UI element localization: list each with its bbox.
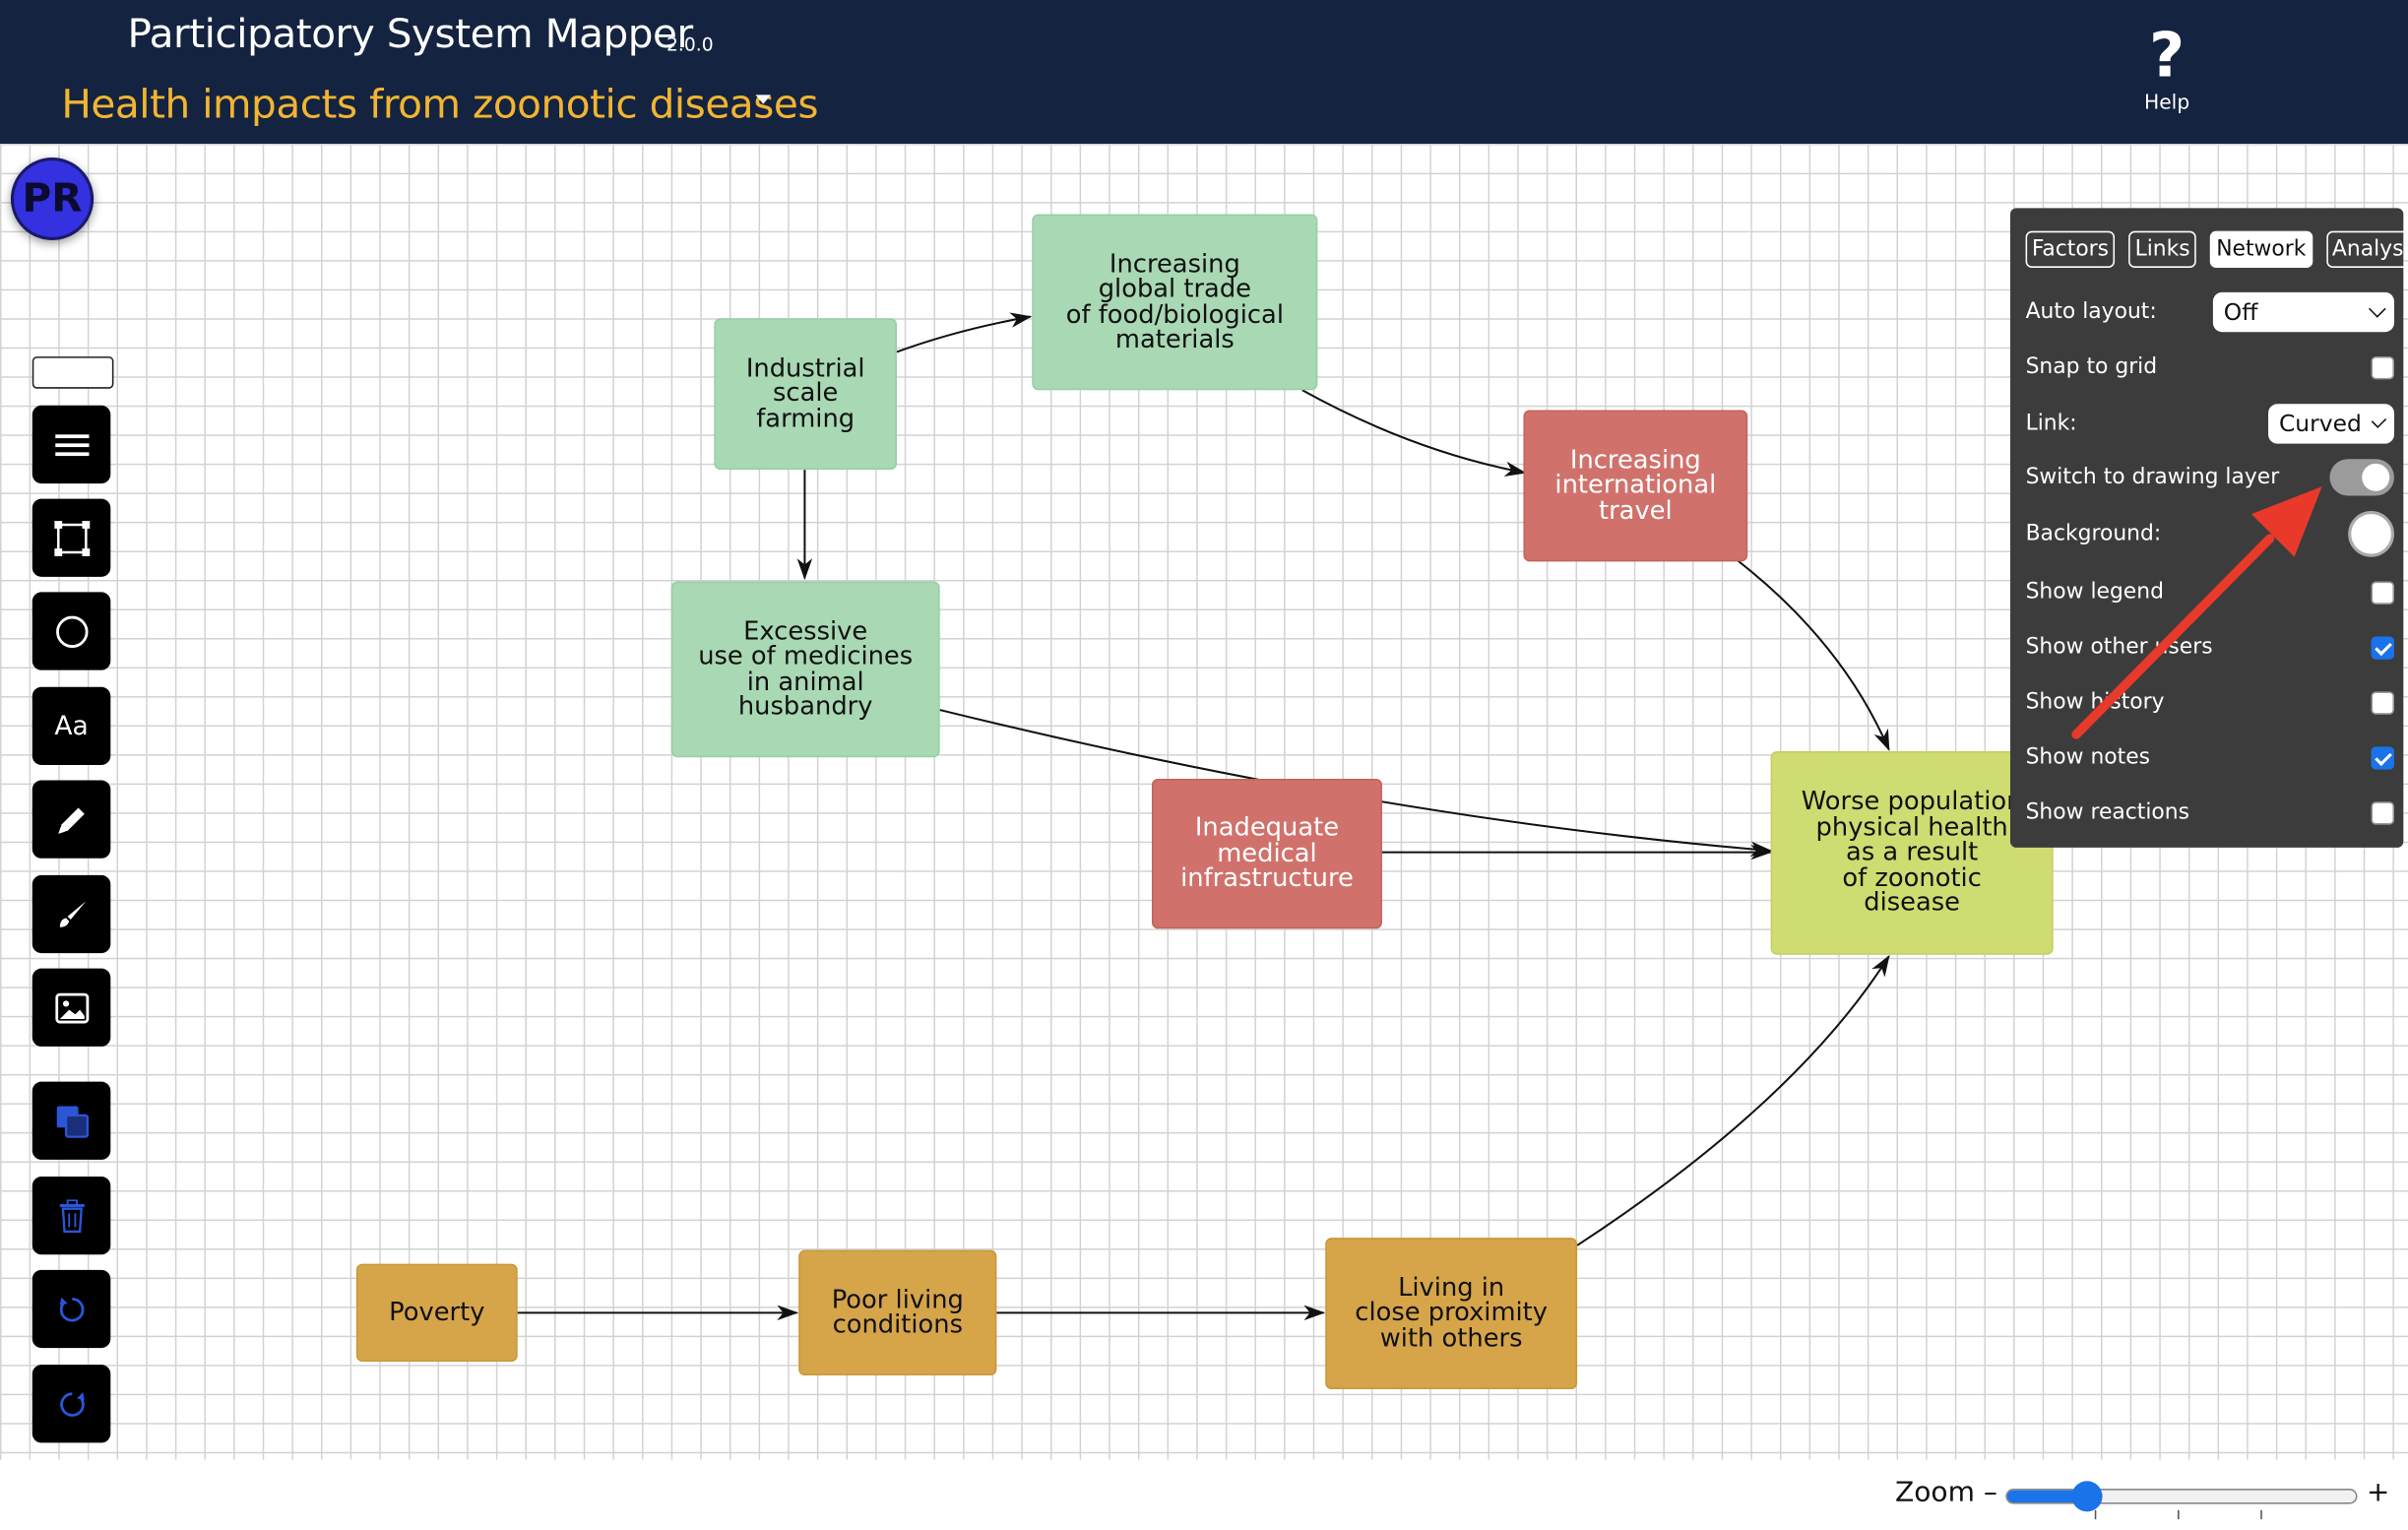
chevron-down-icon <box>2371 413 2387 429</box>
auto-layout-label: Auto layout: <box>2025 299 2157 325</box>
show-notes-label: Show notes <box>2025 744 2151 770</box>
menu-tool-button[interactable] <box>32 405 111 484</box>
delete-tool-button[interactable] <box>32 1177 111 1255</box>
question-mark-icon: ? <box>2148 21 2186 93</box>
drawing-layer-row: Switch to drawing layer <box>2026 456 2394 499</box>
help-label: Help <box>2143 92 2190 115</box>
app-version: 2.0.0 <box>666 33 714 55</box>
drawing-layer-label: Switch to drawing layer <box>2025 465 2280 490</box>
zoom-tick <box>2178 1509 2180 1520</box>
rectangle-shape-tool[interactable] <box>32 356 114 389</box>
snap-to-grid-checkbox[interactable] <box>2371 355 2394 379</box>
auto-layout-select[interactable]: Off <box>2212 291 2394 333</box>
text-tool-label: Aa <box>54 710 89 741</box>
factor-increasing-international-travel[interactable]: Increasing international travel <box>1523 410 1748 562</box>
background-label: Background: <box>2025 521 2162 546</box>
circle-shape-icon <box>55 614 88 648</box>
link-style-select[interactable]: Curved <box>2268 404 2394 444</box>
zoom-in-button[interactable]: + <box>2367 1477 2390 1509</box>
show-reactions-label: Show reactions <box>2025 799 2189 825</box>
show-legend-label: Show legend <box>2025 579 2164 605</box>
app-header: Participatory System Mapper 2.0.0 Health… <box>0 0 2408 145</box>
app-title: Participatory System Mapper <box>127 12 693 59</box>
snap-to-grid-label: Snap to grid <box>2025 354 2158 380</box>
background-color-swatch[interactable] <box>2348 511 2394 557</box>
show-notes-checkbox[interactable] <box>2371 745 2394 769</box>
show-legend-checkbox[interactable] <box>2371 580 2394 605</box>
undo-icon <box>59 1297 84 1321</box>
background-row: Background: <box>2025 511 2394 557</box>
show-history-checkbox[interactable] <box>2371 690 2394 714</box>
link-style-value: Curved <box>2278 410 2362 438</box>
image-icon <box>54 991 89 1023</box>
zoom-slider[interactable] <box>2005 1489 2358 1504</box>
map-title[interactable]: Health impacts from zoonotic diseases <box>61 83 818 129</box>
show-other-users-checkbox[interactable] <box>2371 635 2394 659</box>
redo-tool-button[interactable] <box>32 1365 111 1443</box>
link-style-label: Link: <box>2025 412 2077 436</box>
map-title-dropdown-icon[interactable] <box>755 95 772 104</box>
undo-tool-button[interactable] <box>32 1269 111 1349</box>
brush-icon <box>59 900 86 926</box>
circle-tool-button[interactable] <box>32 592 111 670</box>
factor-industrial-scale-farming[interactable]: Industrial scale farming <box>714 318 898 471</box>
pencil-tool-button[interactable] <box>32 780 111 859</box>
hamburger-menu-icon <box>54 433 89 456</box>
factor-excessive-use-of-medicines[interactable]: Excessive use of medicines in animal husban… <box>670 581 940 758</box>
rectangle-select-icon <box>53 520 90 556</box>
zoom-tick <box>2260 1509 2262 1520</box>
tab-links[interactable]: Links <box>2128 230 2196 268</box>
zoom-tick <box>2094 1509 2097 1520</box>
show-reactions-row: Show reactions <box>2026 791 2394 834</box>
duplicate-tool-button[interactable] <box>32 1081 111 1160</box>
show-history-row: Show history <box>2026 681 2394 725</box>
panel-tabs: Factors Links Network Analysis <box>2025 230 2408 268</box>
show-reactions-checkbox[interactable] <box>2371 800 2394 824</box>
show-legend-row: Show legend <box>2026 571 2394 614</box>
tab-factors[interactable]: Factors <box>2025 230 2116 268</box>
factor-poor-living-conditions[interactable]: Poor living conditions <box>798 1249 997 1376</box>
snap-to-grid-row: Snap to grid <box>2026 346 2394 389</box>
link-style-row: Link: Curved <box>2026 403 2394 446</box>
show-notes-row: Show notes <box>2026 735 2394 779</box>
trash-icon <box>59 1198 85 1233</box>
factor-increasing-global-trade[interactable]: Increasing global trade of food/biological… <box>1032 214 1318 391</box>
network-settings-panel: Factors Links Network Analysis Auto layo… <box>2009 208 2408 848</box>
zoom-out-label[interactable]: Zoom – <box>1895 1477 1997 1509</box>
copy-icon <box>55 1105 89 1138</box>
select-tool-button[interactable] <box>32 498 111 577</box>
help-button[interactable]: ? Help <box>2128 25 2205 115</box>
text-tool-button[interactable]: Aa <box>32 686 111 765</box>
factor-poverty[interactable]: Poverty <box>355 1263 518 1363</box>
drawing-layer-toggle[interactable] <box>2329 459 2394 496</box>
auto-layout-value: Off <box>2223 298 2258 327</box>
image-tool-button[interactable] <box>32 968 111 1047</box>
zoom-slider-thumb[interactable] <box>2070 1481 2103 1512</box>
tab-network[interactable]: Network <box>2209 230 2313 268</box>
auto-layout-row: Auto layout: Off <box>2026 290 2394 334</box>
show-other-users-label: Show other users <box>2025 634 2213 660</box>
show-other-users-row: Show other users <box>2026 626 2394 669</box>
chevron-down-icon <box>2368 300 2386 318</box>
redo-icon <box>59 1391 85 1416</box>
tab-analysis[interactable]: Analysis <box>2325 230 2408 268</box>
user-avatar[interactable]: PR <box>10 158 95 240</box>
show-history-label: Show history <box>2025 689 2165 715</box>
brush-tool-button[interactable] <box>32 874 111 954</box>
factor-inadequate-medical-infrastructure[interactable]: Inadequate medical infrastructure <box>1151 778 1382 929</box>
pencil-icon <box>57 806 85 834</box>
factor-living-in-close-proximity[interactable]: Living in close proximity with others <box>1325 1238 1578 1390</box>
